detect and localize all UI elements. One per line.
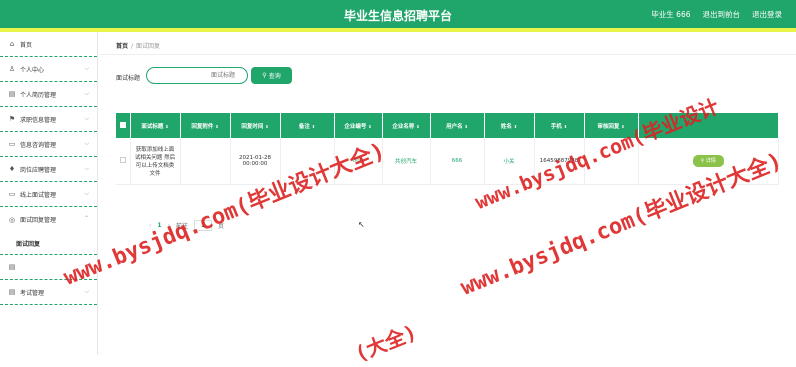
sidebar-item-label: 线上面试管理 [20,191,57,199]
back-to-front-link[interactable]: 退出到前台 [703,9,741,20]
sidebar-item-label: 信息咨询管理 [20,141,57,149]
cell-company-name: 共创汽车 [382,138,431,185]
sidebar-item-job-info[interactable]: ⚑ 求职信息管理 ⌵ [0,107,97,132]
mouse-cursor-icon: ↖ [358,220,365,229]
data-table: 面试标题 ⬍ 回复附件 ⬍ 回复时间 ⬍ 备注 ⬍ 企业编号 ⬍ 企业名称 ⬍ 用户名 ⬍ 姓… [116,113,779,185]
list-icon: ▤ [8,263,16,271]
sidebar-item-consult[interactable]: ▭ 信息咨询管理 ⌵ [0,132,97,157]
sidebar-item-resume[interactable]: ▤ 个人简历管理 ⌵ [0,82,97,107]
chevron-down-icon: ⌵ [84,263,89,270]
sidebar-item-label: 考试管理 [20,289,45,297]
chevron-down-icon: ⌵ [84,140,89,147]
col-header[interactable]: 用户名 ⬍ [430,113,485,138]
sidebar-item-label: 首页 [20,41,33,49]
table-row[interactable]: 获取添加线上面试相关问题 然后可以上传文档类文件 2021-01-28 00:0… [116,138,779,185]
breadcrumb: 首页 / 面试回复 [116,43,161,50]
chevron-down-icon: ⌵ [84,65,89,72]
cell-time: 2021-01-28 00:00:00 [230,138,281,185]
page-number[interactable]: 1 [157,222,161,229]
top-header: 毕业生信息招聘平台 毕业生 666 退出到前台 退出登录 [0,0,796,30]
cell-username: 666 [430,138,485,185]
search-button[interactable]: ⚲ 查询 [251,67,292,84]
cell-actions: ⚲ 详情 [638,138,779,185]
sidebar-item-label: 岗位应聘管理 [20,166,57,174]
home-icon: ⌂ [9,40,15,48]
chevron-down-icon: ⌵ [84,165,89,172]
sidebar-item-label: 面试回复管理 [20,217,57,224]
sidebar-item-personal-center[interactable]: ♙ 个人中心 ⌵ [0,57,97,82]
pagination: ‹ 1 › 前往 页 [149,220,224,231]
col-header[interactable]: 回复附件 ⬍ [180,113,231,138]
cell-phone: 16459887988 [534,138,585,185]
goto-label: 前往 [176,223,189,230]
col-header-actions [638,113,779,138]
monitor-icon: ▭ [8,190,16,198]
col-header[interactable]: 企业编号 ⬍ [334,113,383,138]
col-header[interactable]: 姓名 ⬍ [484,113,535,138]
chevron-down-icon: ⌵ [84,90,89,97]
main-content: 首页/面试回复 面试标题 ⚲ 查询 面试标题⬍ 回复附件⬍ 回复时间⬍ 备注⬍ … [99,32,796,355]
cell-review [584,138,639,185]
goto-page-input[interactable] [194,220,213,231]
user-icon: ♙ [8,65,16,73]
cell-company-no: 000 [334,138,383,185]
search-label: 面试标题 [116,75,141,82]
circle-icon: ◎ [8,215,16,224]
search-button-label: 查询 [268,73,281,80]
sidebar-item-exam[interactable]: ▤ 考试管理 ⌵ [0,280,97,305]
next-page-icon[interactable]: › [168,222,170,229]
chat-icon: ▭ [8,140,16,148]
cell-attachment [180,138,231,185]
sidebar-subitem-interview-reply[interactable]: 面试回复 [0,232,97,255]
breadcrumb-home[interactable]: 首页 [116,43,128,50]
page-unit-label: 页 [218,223,225,230]
chevron-down-icon: ⌵ [84,288,89,295]
sidebar-item-application[interactable]: ♦ 岗位应聘管理 ⌵ [0,157,97,182]
col-header[interactable]: 企业名称 ⬍ [382,113,431,138]
search-icon: ⚲ [262,72,267,79]
chevron-up-icon: ⌃ [83,215,89,222]
sidebar-item-label: 求职信息管理 [20,116,57,124]
chevron-down-icon: ⌵ [84,115,89,122]
doc-icon: ▤ [8,90,16,98]
mic-icon: ♦ [8,165,16,173]
cell-title: 获取添加线上面试相关问题 然后可以上传文档类文件 [130,138,181,185]
col-header[interactable]: 审核回复 ⬍ [584,113,639,138]
top-links: 毕业生 666 退出到前台 退出登录 [651,9,782,20]
col-header[interactable]: 面试标题 ⬍ [130,113,181,138]
flag-icon: ⚑ [8,115,16,123]
col-header[interactable]: 手机 ⬍ [534,113,585,138]
sidebar-item-interview-reply[interactable]: ◎ 面试回复管理 ⌃ [0,207,97,232]
sidebar-item-label: 个人简历管理 [20,91,57,99]
cell-name: 小关 [484,138,535,185]
sidebar-item-label: 个人中心 [20,66,45,74]
user-name-label: 毕业生 666 [651,10,691,19]
cell-remark [280,138,335,185]
select-all-checkbox[interactable] [116,113,131,138]
search-icon: ⚲ [700,157,705,164]
table-header-row: 面试标题 ⬍ 回复附件 ⬍ 回复时间 ⬍ 备注 ⬍ 企业编号 ⬍ 企业名称 ⬍ 用户名 ⬍ 姓… [116,113,779,138]
sidebar: ⌂ 首页 ♙ 个人中心 ⌵ ▤ 个人简历管理 ⌵ ⚑ 求职信息管理 ⌵ ▭ 信息… [0,32,98,355]
chevron-down-icon: ⌵ [84,190,89,197]
sidebar-item-online-interview[interactable]: ▭ 线上面试管理 ⌵ [0,182,97,207]
sidebar-item-hidden[interactable]: ▤ ⌵ [0,255,97,280]
folder-icon: ▤ [8,288,16,296]
col-header[interactable]: 回复时间 ⬍ [230,113,281,138]
breadcrumb-current: 面试回复 [136,43,161,50]
prev-page-icon[interactable]: ‹ [149,222,151,229]
row-checkbox[interactable] [116,138,131,185]
col-header[interactable]: 备注 ⬍ [280,113,335,138]
sidebar-item-home[interactable]: ⌂ 首页 [0,32,97,57]
search-input[interactable] [146,67,248,84]
detail-button[interactable]: ⚲ 详情 [692,154,724,167]
divider [99,54,796,55]
logout-link[interactable]: 退出登录 [752,9,782,20]
